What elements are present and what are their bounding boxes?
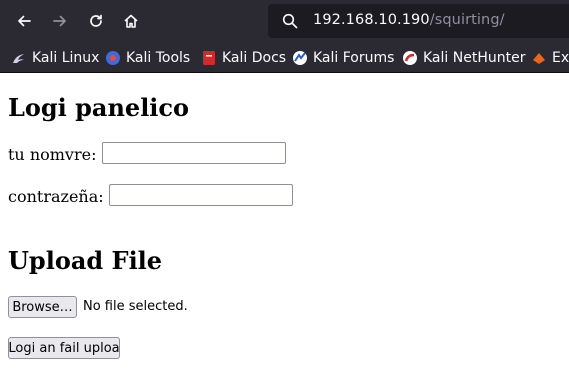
kali-nethunter-icon — [403, 51, 417, 65]
kali-dragon-icon — [13, 54, 24, 63]
bookmark-label: Kali NetHunter — [423, 50, 526, 66]
kali-forums-icon — [293, 51, 307, 65]
kali-tools-icon — [106, 51, 120, 65]
reload-button[interactable] — [83, 8, 109, 34]
url-text: 192.168.10.190/squirting/ — [313, 12, 505, 28]
bookmark-label: Kali Forums — [313, 50, 395, 66]
browser-toolbar: 192.168.10.190/squirting/ Kali Linux Kal… — [0, 0, 569, 73]
username-label: tu nomvre: — [8, 145, 97, 164]
submit-button[interactable]: Logi an fail uploa — [8, 337, 120, 359]
bookmark-label: Kali Tools — [126, 50, 191, 66]
upload-heading: Upload File — [8, 246, 163, 275]
bookmark-kali-tools[interactable]: Kali Tools — [105, 48, 190, 68]
back-button[interactable] — [11, 8, 37, 34]
bookmark-kali-forums[interactable]: Kali Forums — [292, 48, 394, 68]
search-icon — [282, 13, 298, 29]
page-title: Logi panelico — [8, 93, 190, 122]
address-bar[interactable]: 192.168.10.190/squirting/ — [268, 4, 569, 38]
username-input[interactable] — [102, 142, 286, 164]
reload-icon — [90, 14, 102, 27]
file-status-text: No file selected. — [83, 299, 188, 314]
exploit-db-icon — [533, 53, 545, 64]
forward-button[interactable] — [47, 8, 73, 34]
url-path: /squirting/ — [429, 12, 505, 28]
bookmark-label: Exp — [552, 50, 569, 66]
home-button[interactable] — [118, 8, 144, 34]
url-host: 192.168.10.190 — [313, 12, 430, 28]
page-content: Logi panelico tu nomvre: contrazeña: Upl… — [0, 73, 569, 370]
bookmark-label: Kali Linux — [32, 50, 100, 66]
bookmark-exploit-db[interactable]: Exp — [531, 48, 569, 68]
bookmark-label: Kali Docs — [222, 50, 287, 66]
back-arrow-icon — [18, 15, 31, 27]
bookmarks-toolbar: Kali Linux Kali Tools Kali Docs Kali For… — [0, 44, 569, 72]
bookmark-kali-linux[interactable]: Kali Linux — [11, 48, 99, 68]
browse-button[interactable]: Browse… — [8, 296, 77, 318]
forward-arrow-icon — [53, 15, 66, 27]
password-input[interactable] — [109, 184, 293, 206]
kali-docs-icon — [203, 51, 215, 65]
password-label: contrazeña: — [8, 187, 104, 206]
bookmark-kali-nethunter[interactable]: Kali NetHunter — [402, 48, 525, 68]
home-icon — [124, 14, 138, 28]
bookmark-kali-docs[interactable]: Kali Docs — [201, 48, 286, 68]
